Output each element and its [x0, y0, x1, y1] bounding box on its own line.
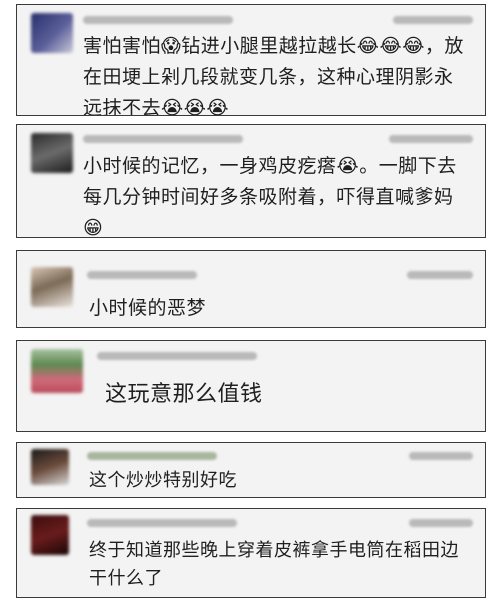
- avatar[interactable]: [31, 449, 69, 485]
- avatar[interactable]: [31, 13, 73, 53]
- comment-card: 害怕害怕😱钻进小腿里越拉越长😂😂😂，放在田埂上剁几段就变几条，这种心理阴影永远抹…: [16, 4, 486, 116]
- avatar[interactable]: [31, 515, 69, 555]
- username-blurred: [83, 135, 243, 143]
- avatar[interactable]: [31, 133, 73, 173]
- avatar[interactable]: [31, 267, 73, 307]
- avatar[interactable]: [31, 349, 83, 393]
- comment-text: 这个炒炒特别好吃: [89, 470, 237, 491]
- comment-text: 小时候的记忆，一身鸡皮疙瘩😭。一脚下去每几分钟时间好多条吸附着，吓得直喊爹妈😁: [83, 155, 457, 238]
- timestamp-blurred: [409, 519, 473, 527]
- username-blurred: [97, 352, 257, 360]
- timestamp-blurred: [407, 271, 473, 279]
- username-blurred: [83, 16, 233, 24]
- comment-card: 这玩意那么值钱: [16, 340, 486, 432]
- comment-card: 小时候的恶梦: [16, 250, 486, 328]
- timestamp-blurred: [393, 16, 473, 24]
- comment-card: 这个炒炒特别好吃: [16, 442, 486, 498]
- comment-text: 这玩意那么值钱: [105, 382, 263, 407]
- comment-text: 害怕害怕😱钻进小腿里越拉越长😂😂😂，放在田埂上剁几段就变几条，这种心理阴影永远抹…: [83, 35, 464, 116]
- timestamp-blurred: [389, 135, 473, 143]
- timestamp-blurred: [409, 452, 473, 460]
- comment-card: 小时候的记忆，一身鸡皮疙瘩😭。一脚下去每几分钟时间好多条吸附着，吓得直喊爹妈😁: [16, 124, 486, 238]
- comment-text: 终于知道那些晚上穿着皮裤拿手电筒在稻田边干什么了: [89, 540, 459, 589]
- username-blurred: [87, 519, 237, 527]
- comment-text: 小时候的恶梦: [89, 297, 207, 319]
- username-blurred: [87, 452, 217, 460]
- comment-card: 终于知道那些晚上穿着皮裤拿手电筒在稻田边干什么了: [16, 508, 486, 598]
- username-blurred: [87, 271, 197, 279]
